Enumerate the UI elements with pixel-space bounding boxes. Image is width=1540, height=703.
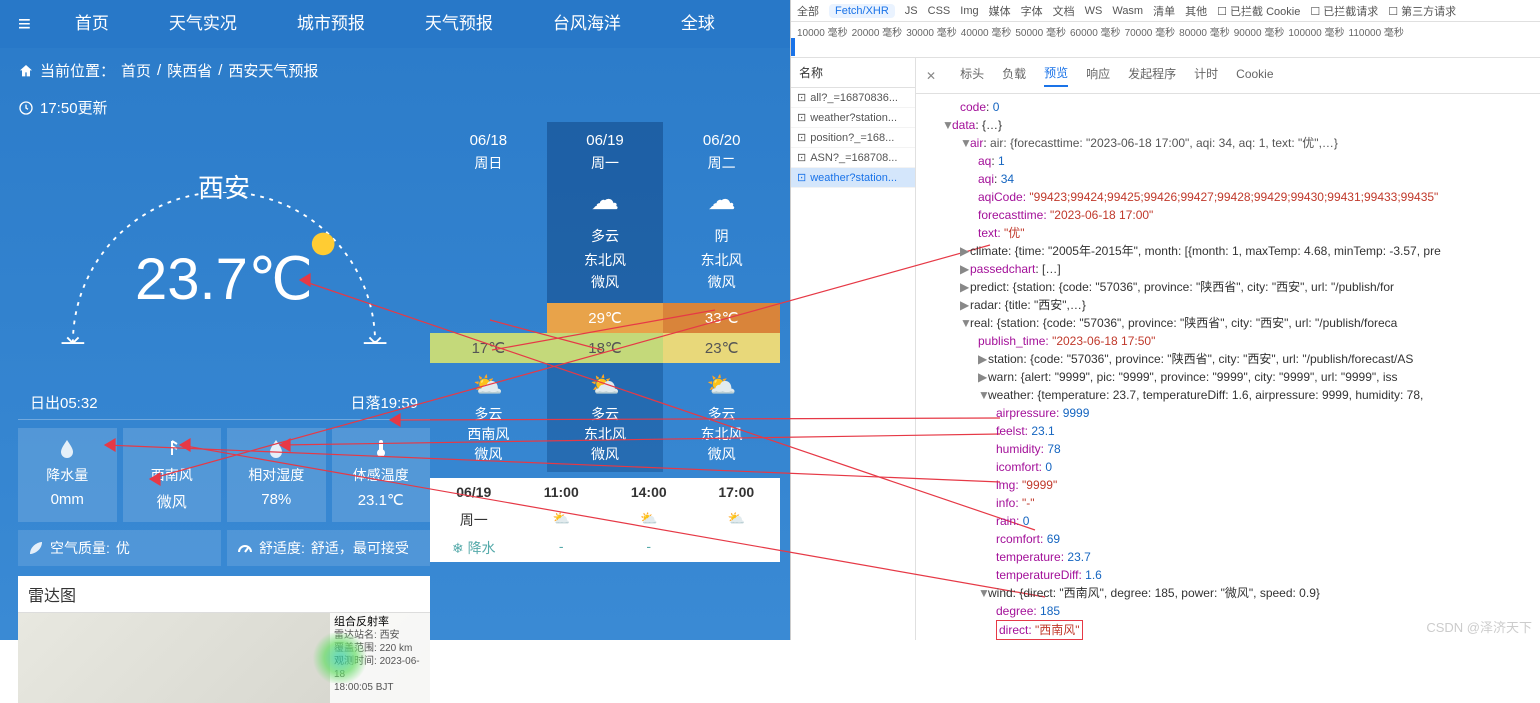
humidity-icon: [266, 438, 286, 458]
thermometer-icon: [371, 438, 391, 458]
card-wind: 西南风 微风: [123, 428, 222, 522]
tab-payload[interactable]: 负载: [1002, 65, 1026, 86]
request-item-selected[interactable]: ⊡ weather?station...: [791, 168, 915, 188]
home-icon: [18, 63, 34, 79]
forecast-day-0[interactable]: 06/18 周日: [430, 122, 547, 303]
partly-cloudy-icon: ⛅: [547, 371, 664, 400]
breadcrumb: 当前位置： 首页 / 陕西省 / 西安天气预报: [0, 48, 790, 93]
json-preview[interactable]: code: 0 ▼data: {…} ▼air: air: {forecastt…: [916, 94, 1540, 640]
tab-timing[interactable]: 计时: [1194, 65, 1218, 86]
request-item[interactable]: ⊡ all?_=16870836...: [791, 88, 915, 108]
sunset: 日落19:59: [350, 392, 418, 413]
forecast-day-2[interactable]: 06/20 周二 ☁ 阴 东北风 微风: [663, 122, 780, 303]
request-item[interactable]: ⊡ weather?station...: [791, 108, 915, 128]
nav-item-realtime[interactable]: 天气实况: [139, 0, 267, 48]
tab-response[interactable]: 响应: [1086, 65, 1110, 86]
breadcrumb-prefix: 当前位置：: [40, 60, 115, 81]
nav-item-forecast[interactable]: 天气预报: [395, 0, 523, 48]
night-1: ⛅ 多云 东北风 微风: [547, 363, 664, 472]
tab-initiator[interactable]: 发起程序: [1128, 65, 1176, 86]
gauge-icon: [237, 540, 253, 556]
radar-map[interactable]: 组合反射率 雷达站名: 西安 覆盖范围: 220 km 观测时间: 2023-0…: [18, 613, 430, 703]
nav-item-typhoon[interactable]: 台风海洋: [523, 0, 651, 48]
hourly-forecast: 06/19 11:00 14:00 17:00 周一 ⛅ ⛅ ⛅ ❄ 降水 - …: [430, 478, 780, 562]
card-humidity: 相对湿度 78%: [227, 428, 326, 522]
temp-low-row: 17℃ 18℃ 23℃: [430, 333, 780, 363]
response-tabs: ✕ 标头 负载 预览 响应 发起程序 计时 Cookie: [916, 58, 1540, 94]
clock-icon: [18, 100, 34, 116]
radar-title: 雷达图: [18, 576, 430, 613]
air-quality: 空气质量: 优: [18, 530, 221, 566]
temp-high-row: 29℃ 33℃: [430, 303, 780, 333]
devtools-filter-bar: 全部 Fetch/XHR JS CSS Img 媒体 字体 文档 WS Wasm…: [791, 0, 1540, 22]
wind-icon: [162, 438, 182, 458]
partly-cloudy-icon: ⛅: [430, 371, 547, 400]
watermark: CSDN @泽济天下: [1426, 617, 1532, 636]
filter-fetch-xhr[interactable]: Fetch/XHR: [829, 4, 895, 18]
network-timeline[interactable]: 10000 毫秒20000 毫秒 30000 毫秒40000 毫秒 50000 …: [791, 22, 1540, 58]
partly-cloudy-icon: ⛅: [518, 510, 606, 530]
request-item[interactable]: ⊡ position?_=168...: [791, 128, 915, 148]
forecast-day-1[interactable]: 06/19 周一 ☁ 多云 东北风 微风: [547, 122, 664, 303]
breadcrumb-province[interactable]: 陕西省: [167, 60, 212, 81]
partly-cloudy-icon: ⛅: [663, 371, 780, 400]
nav-item-city[interactable]: 城市预报: [267, 0, 395, 48]
card-feelst: 体感温度 23.1℃: [332, 428, 431, 522]
partly-cloudy-icon: ⛅: [605, 510, 693, 530]
request-item[interactable]: ⊡ ASN?_=168708...: [791, 148, 915, 168]
close-icon[interactable]: ✕: [926, 69, 936, 83]
breadcrumb-home[interactable]: 首页: [121, 60, 151, 81]
nav-bar: ≡ 首页 天气实况 城市预报 天气预报 台风海洋 全球: [0, 0, 790, 48]
card-rain: 降水量 0mm: [18, 428, 117, 522]
leaf-icon: [28, 540, 44, 556]
list-header: 名称: [791, 58, 915, 88]
update-time: 17:50更新: [0, 93, 790, 122]
cloud-icon: ☁: [547, 183, 664, 216]
tab-cookies[interactable]: Cookie: [1236, 67, 1273, 85]
night-0: ⛅ 多云 西南风 微风: [430, 363, 547, 472]
cloud-icon: ☁: [663, 183, 780, 216]
comfort: 舒适度: 舒适，最可接受: [227, 530, 430, 566]
tab-preview[interactable]: 预览: [1044, 64, 1068, 87]
night-2: ⛅ 多云 东北风 微风: [663, 363, 780, 472]
nav-item-global[interactable]: 全球: [651, 0, 745, 48]
drop-icon: [57, 438, 77, 458]
network-request-list: 名称 ⊡ all?_=16870836... ⊡ weather?station…: [791, 58, 916, 640]
tab-headers[interactable]: 标头: [960, 65, 984, 86]
sunrise: 日出05:32: [30, 392, 98, 413]
menu-button[interactable]: ≡: [4, 11, 45, 37]
nav-item-home[interactable]: 首页: [45, 0, 139, 48]
partly-cloudy-icon: ⛅: [693, 510, 781, 530]
breadcrumb-city: 西安天气预报: [228, 60, 318, 81]
sun-arc: [44, 192, 404, 362]
devtools-panel: 全部 Fetch/XHR JS CSS Img 媒体 字体 文档 WS Wasm…: [790, 0, 1540, 640]
